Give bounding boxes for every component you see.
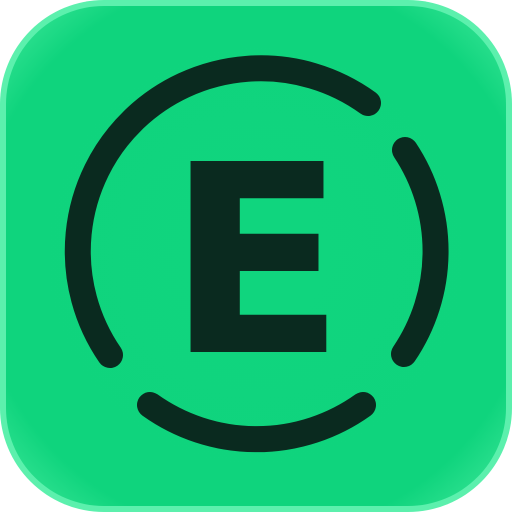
app-icon-graphic: E [0, 0, 512, 512]
logo-letter: E [167, 109, 346, 414]
app-icon[interactable]: E [0, 0, 512, 512]
